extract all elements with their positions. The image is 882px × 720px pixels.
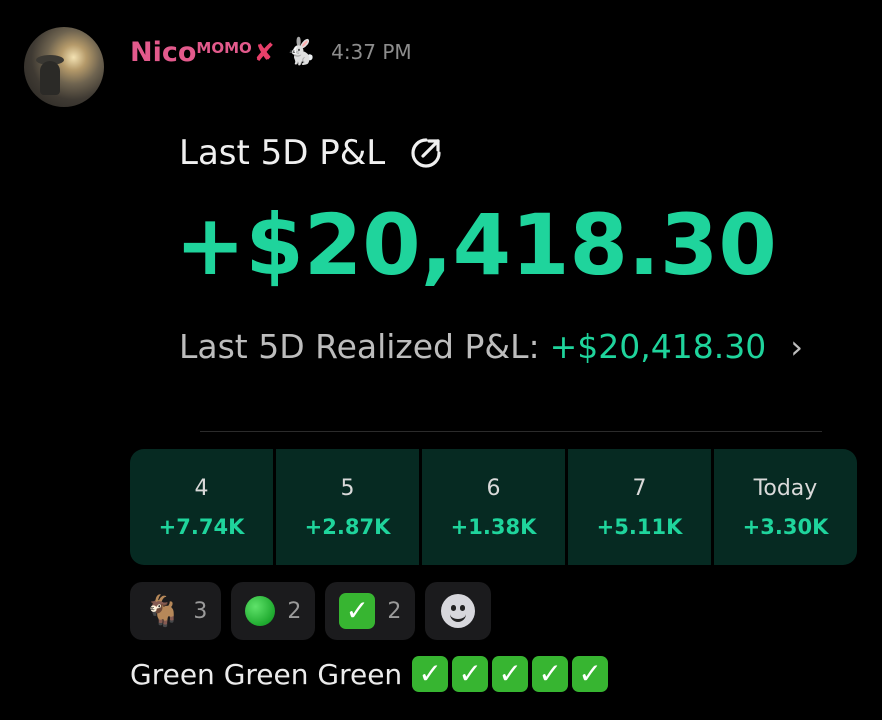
day-label: 5 <box>340 475 355 501</box>
username[interactable]: NicoMOMO✘ <box>130 37 275 68</box>
check-mark-icon: ✓ <box>572 656 609 692</box>
timestamp: 4:37 PM <box>331 40 412 64</box>
day-pnl: +1.38K <box>450 514 537 539</box>
day-pnl: +5.11K <box>596 514 683 539</box>
check-mark-icon: ✓ <box>452 656 489 692</box>
rabbit-icon: 🐇 <box>284 37 318 67</box>
check-mark-icon: ✓ <box>532 656 569 692</box>
message-header: NicoMOMO✘ 🐇 4:37 PM <box>130 34 412 70</box>
day-cell: 6 +1.38K <box>422 449 565 565</box>
day-cell: 4 +7.74K <box>130 449 273 565</box>
day-label: 4 <box>194 475 209 501</box>
pnl-total: +$20,418.30 <box>175 196 777 294</box>
smiley-icon <box>441 594 476 628</box>
green-circle-icon <box>245 596 276 626</box>
day-pnl: +3.30K <box>742 514 829 539</box>
reaction-count: 2 <box>387 598 402 624</box>
day-pnl: +7.74K <box>158 514 245 539</box>
day-label: 7 <box>632 475 647 501</box>
day-cell: 7 +5.11K <box>568 449 711 565</box>
checkmarks: ✓ ✓ ✓ ✓ ✓ <box>412 656 609 692</box>
reaction-count: 3 <box>193 598 208 624</box>
reactions-bar: 🐐 3 2 ✓ 2 <box>130 582 492 640</box>
avatar-figure <box>40 61 60 95</box>
check-mark-icon: ✓ <box>412 656 449 692</box>
check-mark-icon: ✓ <box>339 593 376 629</box>
realized-value: +$20,418.30 <box>549 327 767 366</box>
reaction-count: 2 <box>287 598 302 624</box>
realized-pnl-row[interactable]: Last 5D Realized P&L: +$20,418.30 › <box>179 327 803 366</box>
divider <box>200 431 822 432</box>
chevron-right-icon: › <box>790 327 804 366</box>
reaction-green-circle[interactable]: 2 <box>231 582 316 640</box>
reaction-check[interactable]: ✓ 2 <box>325 582 416 640</box>
username-x: ✘ <box>253 37 275 67</box>
message-text: Green Green Green <box>130 657 403 691</box>
username-superscript: MOMO <box>196 38 252 57</box>
pnl-card-title: Last 5D P&L <box>179 133 443 173</box>
add-reaction-button[interactable] <box>425 582 492 640</box>
avatar[interactable] <box>24 27 104 107</box>
reaction-goat[interactable]: 🐐 3 <box>130 582 222 640</box>
share-icon[interactable] <box>409 136 443 170</box>
day-label: Today <box>753 475 818 501</box>
realized-label: Last 5D Realized P&L: <box>179 327 540 366</box>
pnl-title-text: Last 5D P&L <box>179 133 386 173</box>
check-mark-icon: ✓ <box>492 656 529 692</box>
goat-emoji-icon: 🐐 <box>144 593 182 629</box>
day-label: 6 <box>486 475 501 501</box>
day-cell: Today +3.30K <box>714 449 857 565</box>
day-cell: 5 +2.87K <box>276 449 419 565</box>
message-text-row: Green Green Green ✓ ✓ ✓ ✓ ✓ <box>130 656 609 692</box>
username-text: Nico <box>130 36 197 68</box>
day-pnl: +2.87K <box>304 514 391 539</box>
daily-pnl-strip: 4 +7.74K 5 +2.87K 6 +1.38K 7 +5.11K Toda… <box>130 449 857 565</box>
